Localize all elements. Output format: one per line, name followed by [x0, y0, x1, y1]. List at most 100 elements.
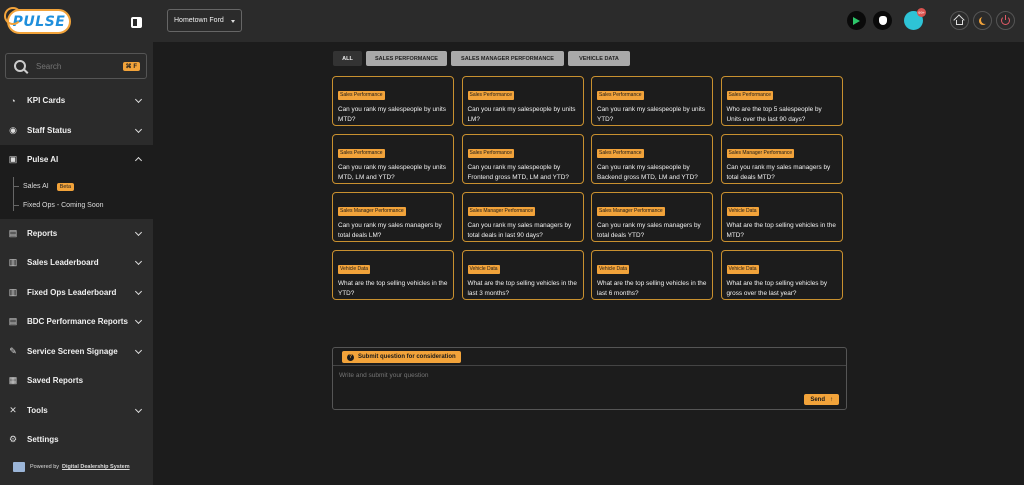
category-tag: Sales Performance	[338, 148, 385, 158]
chevron-up-icon	[134, 156, 143, 165]
question-mark-icon: ?	[347, 353, 354, 361]
search-icon	[14, 60, 26, 72]
sidebar-item-saved-reports[interactable]: ▦ Saved Reports	[0, 366, 153, 396]
home-button[interactable]	[950, 11, 969, 30]
question-card-grid: Sales Performance Can you rank my salespe…	[332, 76, 843, 300]
question-text: Can you rank my salespeople by units MTD…	[338, 164, 446, 181]
category-tag: Vehicle Data	[467, 264, 500, 274]
moon-icon	[981, 16, 989, 24]
sidebar-item-bdc-performance-reports[interactable]: ▤ BDC Performance Reports	[0, 307, 153, 337]
document-icon: ▤	[8, 227, 18, 238]
sidebar-subitem-sales-ai[interactable]: Sales AI Beta	[23, 182, 75, 191]
chevron-down-icon	[134, 125, 143, 133]
subitem-label: Fixed Ops - Coming Soon	[23, 201, 104, 209]
chevron-down-icon	[134, 405, 143, 413]
chevron-down-icon	[134, 228, 143, 236]
category-tag: Vehicle Data	[726, 206, 759, 216]
sidebar-item-pulse-ai[interactable]: ▣ Pulse AI	[0, 145, 153, 175]
sidebar-item-service-screen-signage[interactable]: ✎ Service Screen Signage	[0, 337, 153, 367]
sidebar-item-sales-leaderboard[interactable]: ▥ Sales Leaderboard	[0, 248, 153, 278]
question-card[interactable]: Sales Performance Can you rank my salespe…	[461, 134, 584, 184]
question-text: Can you rank my salespeople by units LM?	[467, 106, 576, 123]
beta-badge: Beta	[56, 182, 75, 191]
submit-question-title: ? Submit question for consideration	[342, 351, 461, 363]
tab-sales-performance[interactable]: SALES PERFORMANCE	[366, 51, 447, 66]
question-card[interactable]: Sales Manager Performance Can you rank my…	[720, 134, 843, 184]
wrench-icon: ✎	[9, 345, 17, 356]
category-tag: Sales Performance	[338, 90, 385, 100]
gear-icon: ⚙	[8, 434, 18, 445]
chevron-down-icon	[134, 257, 143, 266]
theme-toggle-button[interactable]	[973, 11, 992, 30]
dds-logo-icon	[13, 462, 25, 472]
ai-chip-icon: ▣	[8, 154, 18, 165]
search-input[interactable]	[36, 61, 116, 71]
question-text: Can you rank my salespeople by Backend g…	[597, 164, 698, 181]
tab-vehicle-data[interactable]: VEHICLE DATA	[568, 51, 630, 66]
question-card[interactable]: Vehicle Data What are the top selling veh…	[461, 250, 584, 300]
category-tabs: ALL SALES PERFORMANCE SALES MANAGER PERF…	[333, 51, 630, 66]
logout-button[interactable]	[996, 11, 1015, 30]
category-tag: Sales Performance	[726, 90, 774, 100]
sidebar-item-kpi-cards[interactable]: ◔ KPI Cards	[0, 86, 153, 116]
sidebar: PULSE ⌘ F ◔ KPI Cards ◉ Staff Status ▣ P…	[0, 0, 153, 485]
category-tag: Sales Manager Performance	[726, 148, 795, 158]
category-tag: Sales Manager Performance	[597, 206, 665, 216]
powered-by-footer: Powered by Digital Dealership System	[13, 462, 130, 472]
dealer-select[interactable]: Hometown Ford	[167, 9, 242, 32]
category-tag: Vehicle Data	[597, 264, 630, 274]
question-card[interactable]: Vehicle Data What are the top selling veh…	[720, 250, 843, 300]
sidebar-item-label: Sales Leaderboard	[27, 258, 99, 268]
sidebar-item-settings[interactable]: ⚙ Settings	[0, 425, 153, 455]
search-shortcut-badge: ⌘ F	[122, 61, 140, 71]
chevron-down-icon	[134, 346, 143, 354]
collapse-sidebar-icon[interactable]	[131, 17, 142, 28]
question-text: What are the top selling vehicles in the…	[338, 280, 448, 297]
question-card[interactable]: Vehicle Data What are the top selling veh…	[332, 250, 454, 300]
submit-question-panel: ? Submit question for consideration Send…	[332, 347, 847, 410]
sidebar-item-reports[interactable]: ▤ Reports	[0, 219, 153, 249]
category-tag: Vehicle Data	[338, 264, 371, 274]
question-text: Can you rank my salespeople by Frontend …	[467, 164, 569, 181]
topbar: Hometown Ford 99+	[153, 0, 1024, 42]
search-box[interactable]: ⌘ F	[5, 53, 147, 79]
tab-sales-manager-performance[interactable]: SALES MANAGER PERFORMANCE	[451, 51, 564, 66]
send-button[interactable]: Send ↑	[804, 394, 839, 405]
question-card[interactable]: Sales Performance Who are the top 5 sales…	[720, 76, 843, 126]
question-card[interactable]: Sales Performance Can you rank my salespe…	[591, 134, 713, 184]
sidebar-nav: ◔ KPI Cards ◉ Staff Status ▣ Pulse AI Sa…	[0, 86, 153, 455]
question-card[interactable]: Sales Manager Performance Can you rank my…	[591, 192, 713, 242]
question-text: Can you rank my sales managers by total …	[338, 222, 442, 239]
powered-by-link[interactable]: Digital Dealership System	[62, 464, 130, 470]
question-card[interactable]: Sales Performance Can you rank my salespe…	[591, 76, 713, 126]
sidebar-item-fixed-ops-leaderboard[interactable]: ▥ Fixed Ops Leaderboard	[0, 278, 153, 308]
sidebar-item-tools[interactable]: ✕ Tools	[0, 396, 153, 426]
tab-all[interactable]: ALL	[333, 51, 362, 66]
question-card[interactable]: Vehicle Data What are the top selling veh…	[720, 192, 843, 242]
question-text: Can you rank my sales managers by total …	[467, 222, 572, 239]
question-card[interactable]: Sales Manager Performance Can you rank my…	[332, 192, 454, 242]
sidebar-item-label: Staff Status	[27, 125, 72, 135]
sidebar-item-label: KPI Cards	[27, 96, 66, 106]
google-play-button[interactable]	[847, 11, 866, 30]
question-text: What are the top selling vehicles in the…	[726, 222, 836, 239]
notification-badge: 99+	[917, 8, 926, 17]
question-card[interactable]: Sales Performance Can you rank my salespe…	[332, 76, 454, 126]
question-card[interactable]: Sales Performance Can you rank my salespe…	[332, 134, 454, 184]
question-card[interactable]: Vehicle Data What are the top selling veh…	[591, 250, 713, 300]
arrow-up-icon: ↑	[830, 396, 833, 403]
sidebar-subitem-fixed-ops[interactable]: Fixed Ops - Coming Soon	[23, 202, 104, 209]
question-card[interactable]: Sales Performance Can you rank my salespe…	[461, 76, 584, 126]
submit-question-header: ? Submit question for consideration	[333, 348, 846, 366]
sidebar-item-label: Saved Reports	[27, 376, 84, 386]
user-avatar[interactable]: 99+	[904, 8, 926, 30]
question-text: Can you rank my salespeople by units MTD…	[338, 106, 446, 123]
app-store-button[interactable]	[873, 11, 892, 30]
document-chart-icon: ▤	[8, 316, 18, 327]
chevron-down-icon	[134, 95, 143, 104]
sidebar-item-staff-status[interactable]: ◉ Staff Status	[0, 116, 153, 146]
chevron-down-icon	[134, 287, 143, 295]
question-input[interactable]	[339, 372, 779, 379]
pulse-logo[interactable]: PULSE	[4, 7, 71, 34]
question-card[interactable]: Sales Manager Performance Can you rank my…	[461, 192, 584, 242]
